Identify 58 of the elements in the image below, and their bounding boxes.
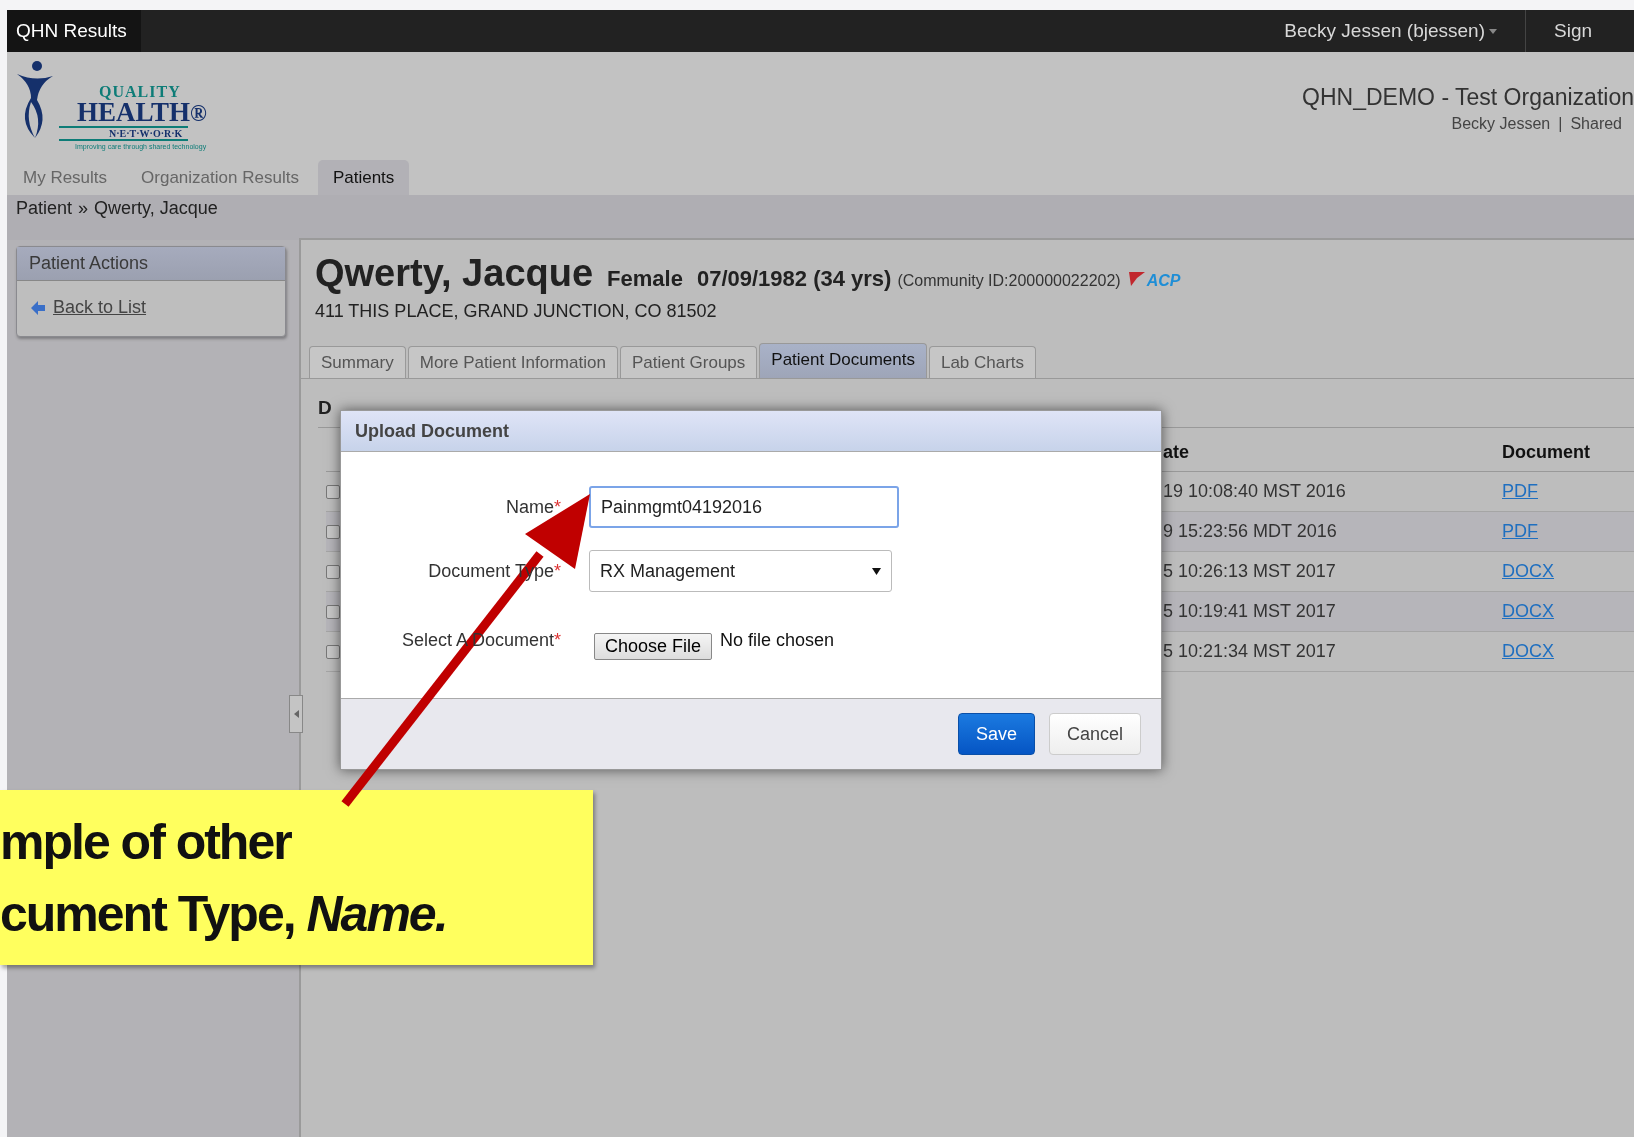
breadcrumb-current: Qwerty, Jacque: [94, 198, 218, 219]
patient-tab[interactable]: Lab Charts: [928, 346, 1037, 378]
patient-sex: Female: [607, 266, 683, 292]
row-checkbox[interactable]: [326, 524, 340, 539]
date-cell: 9 15:23:56 MDT 2016: [1163, 521, 1337, 542]
patient-tab[interactable]: Summary: [309, 346, 406, 378]
save-button[interactable]: Save: [957, 713, 1035, 755]
app-title[interactable]: QHN Results: [7, 10, 141, 52]
flag-icon: [1128, 272, 1145, 286]
row-checkbox[interactable]: [326, 644, 340, 659]
breadcrumb-separator: »: [78, 198, 89, 219]
callout-text: cument Type, Name.: [0, 884, 448, 944]
choose-file-button[interactable]: Choose File: [594, 632, 713, 660]
arrow-left-icon: [31, 300, 45, 315]
community-id: (Community ID:200000022202): [897, 272, 1121, 290]
user-menu[interactable]: Becky Jessen (bjessen): [1284, 10, 1525, 52]
nav-tab[interactable]: Patients: [317, 160, 410, 195]
date-cell: 5 10:21:34 MST 2017: [1163, 641, 1336, 662]
patient-name: Qwerty, Jacque: [315, 252, 594, 295]
patient-tab[interactable]: Patient Groups: [619, 346, 758, 378]
patient-address: 411 THIS PLACE, GRAND JUNCTION, CO 81502: [314, 300, 718, 322]
document-link[interactable]: DOCX: [1502, 641, 1554, 662]
name-input[interactable]: Painmgmt04192016: [589, 486, 899, 528]
logo-text: HEALTH®: [77, 100, 207, 126]
date-cell: 5 10:26:13 MST 2017: [1163, 561, 1336, 582]
nav-tab[interactable]: Organization Results: [126, 160, 314, 195]
row-checkbox[interactable]: [326, 564, 340, 579]
row-checkbox[interactable]: [326, 484, 340, 499]
field-label: Name*: [505, 496, 561, 518]
chevron-left-icon: [293, 710, 299, 718]
callout-text: mple of other: [0, 812, 293, 872]
logo-text: N·E·T·W·O·R·K: [59, 126, 189, 141]
logo-text: QUALITY: [99, 84, 181, 100]
date-cell: 19 10:08:40 MST 2016: [1163, 481, 1346, 502]
caret-icon: [1489, 28, 1497, 34]
separator: |: [1558, 115, 1563, 133]
patient-tab[interactable]: Patient Documents: [759, 343, 927, 378]
collapse-handle[interactable]: [289, 695, 303, 733]
user-name: Becky Jessen: [1451, 115, 1551, 133]
document-link[interactable]: PDF: [1502, 481, 1538, 502]
breadcrumb-link[interactable]: Patient: [16, 198, 73, 219]
panel-title: Patient Actions: [17, 247, 285, 281]
column-header: Document: [1502, 428, 1634, 472]
row-checkbox[interactable]: [326, 604, 340, 619]
program-label: ACP: [1146, 272, 1181, 290]
dropdown-icon: [872, 567, 881, 575]
document-link[interactable]: DOCX: [1502, 561, 1554, 582]
document-type-select[interactable]: RX Management: [589, 550, 892, 592]
patient-birthdate: 07/09/1982 (34 yrs): [696, 266, 892, 292]
back-link[interactable]: Back to List: [17, 281, 285, 336]
organization-name: QHN_DEMO - Test Organization: [1302, 84, 1634, 111]
file-status: No file chosen: [720, 629, 835, 651]
patient-tab[interactable]: More Patient Information: [407, 346, 618, 378]
nav-tab[interactable]: My Results: [15, 160, 123, 195]
shared-label: Shared: [1570, 115, 1622, 133]
date-cell: 5 10:19:41 MST 2017: [1163, 601, 1336, 622]
column-header: ate: [1163, 428, 1502, 472]
cancel-button[interactable]: Cancel: [1048, 713, 1141, 755]
